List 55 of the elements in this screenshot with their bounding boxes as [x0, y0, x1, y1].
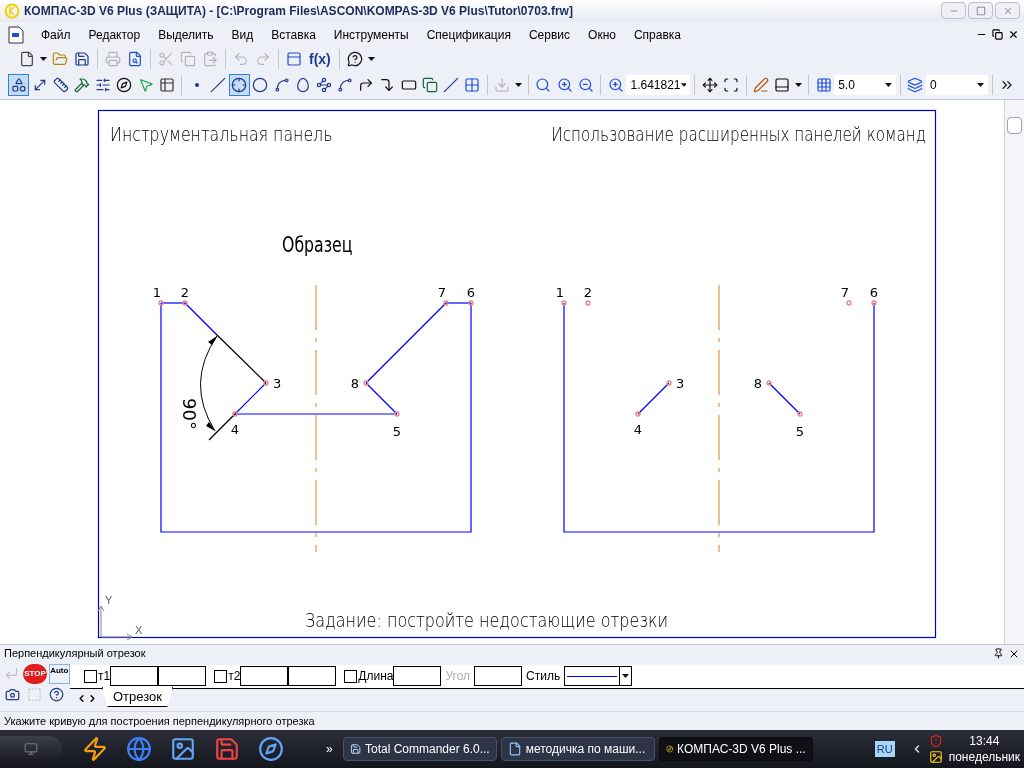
point-label: 1 — [555, 285, 565, 301]
point-label: 3 — [676, 376, 685, 392]
stop-button[interactable]: STOP — [23, 663, 47, 684]
point-label: 4 — [230, 422, 240, 438]
auto-button[interactable]: Auto — [48, 663, 70, 684]
point-label: 4 — [633, 422, 643, 438]
field-label: Длина — [358, 668, 394, 686]
panel-title: Перпендикулярный отрезок — [4, 646, 146, 662]
menu-item[interactable]: Редактор — [79, 25, 150, 44]
window-title: КОМПАС-3D V6 Plus (ЗАЩИТА) - [C:\Program Files\ASCON\KOMPAS-3D V6 Plus\Tutor\0703.frw] — [24, 2, 573, 20]
value-combo[interactable]: 5.0 — [834, 75, 896, 96]
menu-item[interactable]: Вид — [222, 25, 263, 44]
point-label: 2 — [180, 285, 190, 301]
sheet-heading: Инструментальная панель — [110, 122, 333, 146]
taskbar-button[interactable]: Total Commander 6.0... — [342, 737, 497, 762]
point-label: 3 — [273, 376, 282, 392]
taskbar-button[interactable]: методичка по маши... — [500, 737, 655, 762]
point-label: 7 — [437, 285, 447, 301]
axis-label: X — [135, 624, 143, 637]
menu-item[interactable]: Инструменты — [324, 25, 418, 44]
sheet-heading: Использование расширенных панелей команд — [551, 123, 926, 146]
point-label: 1 — [152, 285, 162, 301]
task-text: Задание: постройте недостающие отрезки — [305, 608, 668, 632]
menu-item[interactable]: Вставка — [262, 25, 325, 44]
menu-item[interactable]: Сервис — [519, 25, 580, 44]
panel-tab[interactable]: Отрезок — [102, 686, 173, 707]
angle-label: 90° — [179, 398, 200, 430]
field-label: т1 — [98, 668, 111, 686]
clock-day: понедельник — [948, 749, 1020, 766]
point-label: 6 — [466, 285, 476, 301]
menu-item[interactable]: Справка — [624, 25, 690, 44]
formula-button[interactable]: f(x) — [305, 48, 335, 71]
menu-item[interactable]: Выделить — [149, 25, 223, 44]
menu-item[interactable]: Спецификация — [417, 25, 520, 44]
point-label: 8 — [350, 376, 359, 392]
point-label: 2 — [583, 285, 593, 301]
language-indicator[interactable]: RU — [874, 740, 895, 758]
point-label: 5 — [392, 424, 402, 440]
field-label: Стиль — [526, 668, 561, 686]
point-label: 6 — [869, 285, 879, 301]
point-label: 8 — [753, 376, 762, 392]
value-combo[interactable]: 1.641821 — [626, 75, 691, 96]
point-label: 5 — [795, 424, 805, 440]
value-combo[interactable]: 0 — [926, 75, 988, 96]
menu-item[interactable]: Файл — [32, 25, 80, 44]
field-label: Угол — [445, 668, 471, 686]
menu-item[interactable]: Окно — [579, 25, 625, 44]
clock-time: 13:44 — [969, 733, 1000, 750]
axis-label: Y — [105, 594, 113, 607]
point-label: 7 — [840, 285, 850, 301]
sample-caption: Образец — [282, 232, 353, 257]
overflow-chevron[interactable]: » — [326, 740, 333, 759]
field-label: т2 — [228, 668, 241, 686]
status-text: Укажите кривую для построения перпендикулярного отрезка — [4, 713, 315, 729]
taskbar-button[interactable]: КОМПАС-3D V6 Plus ... — [658, 737, 813, 762]
